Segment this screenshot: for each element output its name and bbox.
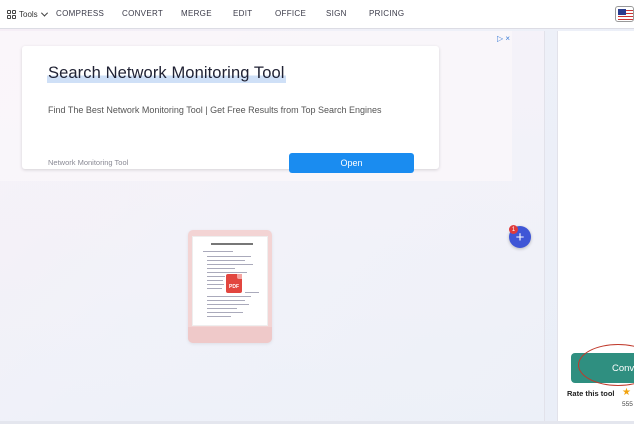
language-flag-icon[interactable] [615, 6, 634, 22]
tools-label: Tools [19, 10, 38, 19]
upload-workspace: ▷ × Search Network Monitoring Tool Find … [0, 31, 545, 421]
ad-card[interactable]: Search Network Monitoring Tool Find The … [22, 46, 439, 173]
star-icon[interactable]: ★ [622, 387, 631, 398]
chevron-down-icon [40, 9, 48, 17]
document-preview: PDF [192, 236, 268, 326]
rating-count: 555 [622, 401, 633, 408]
grid-icon [7, 10, 16, 19]
ad-open-button[interactable]: Open [289, 153, 414, 173]
ad-source: Network Monitoring Tool [48, 158, 129, 167]
top-navigation: Tools COMPRESS CONVERT MERGE EDIT OFFICE… [0, 0, 634, 29]
file-count-badge: 1 [509, 225, 518, 234]
tools-menu-button[interactable]: Tools [7, 8, 48, 21]
file-footer [188, 327, 272, 343]
ad-description: Find The Best Network Monitoring Tool | … [48, 105, 382, 115]
nav-merge[interactable]: MERGE [181, 9, 212, 18]
ad-title[interactable]: Search Network Monitoring Tool [47, 64, 286, 83]
nav-office[interactable]: OFFICE [275, 9, 306, 18]
nav-compress[interactable]: COMPRESS [56, 9, 104, 18]
nav-sign[interactable]: SIGN [326, 9, 347, 18]
pdf-file-icon: PDF [226, 274, 242, 293]
ad-choices-icon[interactable]: ▷ × [497, 34, 510, 43]
ad-banner-area: ▷ × Search Network Monitoring Tool Find … [0, 31, 512, 181]
rate-tool-label: Rate this tool [567, 389, 615, 398]
file-thumbnail[interactable]: PDF [188, 230, 272, 343]
nav-edit[interactable]: EDIT [233, 9, 252, 18]
nav-convert[interactable]: CONVERT [122, 9, 163, 18]
nav-pricing[interactable]: PRICING [369, 9, 404, 18]
